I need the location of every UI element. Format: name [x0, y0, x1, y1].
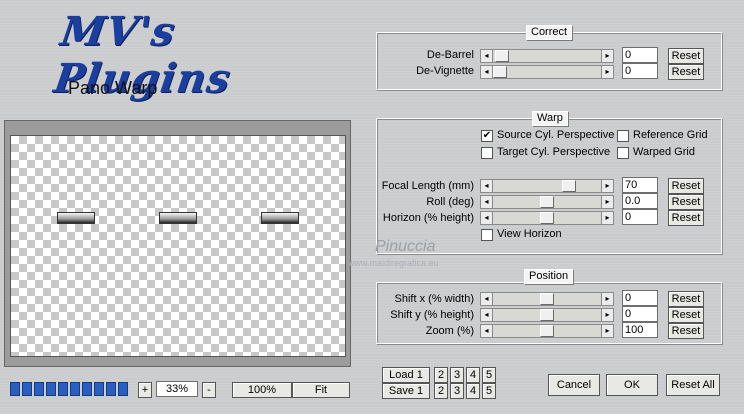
slider-thumb[interactable]	[495, 50, 509, 62]
arrow-right-icon[interactable]: ▸	[601, 309, 613, 321]
focal-length-label: Focal Length (mm)	[381, 180, 474, 192]
roll-slider[interactable]: ◂ ▸	[480, 195, 614, 209]
preview-image-center	[159, 212, 197, 224]
arrow-left-icon[interactable]: ◂	[481, 50, 493, 62]
arrow-right-icon[interactable]: ▸	[601, 50, 613, 62]
slider-thumb[interactable]	[540, 293, 554, 305]
correct-group-title: Correct	[526, 25, 573, 40]
shift-y-label: Shift y (% height)	[390, 309, 474, 321]
de-barrel-slider[interactable]: ◂ ▸	[480, 49, 614, 63]
shift-y-reset-button[interactable]: Reset	[668, 307, 704, 323]
arrow-right-icon[interactable]: ▸	[601, 325, 613, 337]
arrow-left-icon[interactable]: ◂	[481, 180, 493, 192]
de-vignette-field[interactable]: 0	[622, 63, 658, 79]
zoom-100-button[interactable]: 100%	[232, 382, 292, 398]
arrow-right-icon[interactable]: ▸	[601, 66, 613, 78]
warped-grid-label: Warped Grid	[633, 146, 695, 158]
shift-x-field[interactable]: 0	[622, 290, 658, 306]
watermark-site: www.maidiregrafica.eu	[348, 258, 439, 268]
save-slot-2-button[interactable]: 2	[434, 383, 448, 399]
app-logo: MV's Plugins	[51, 8, 234, 102]
load-slot-2-button[interactable]: 2	[434, 367, 448, 383]
filter-title: Pano Warp	[68, 78, 158, 98]
shift-x-slider[interactable]: ◂ ▸	[480, 292, 614, 306]
horizon-label: Horizon (% height)	[382, 212, 474, 224]
de-vignette-label: De-Vignette	[416, 65, 474, 77]
save-preset-button[interactable]: Save 1	[382, 383, 430, 399]
shift-x-reset-button[interactable]: Reset	[668, 291, 704, 307]
shift-y-slider[interactable]: ◂ ▸	[480, 308, 614, 322]
de-vignette-reset-button[interactable]: Reset	[668, 64, 704, 80]
zoom-label: Zoom (%)	[425, 325, 474, 337]
view-horizon-label: View Horizon	[497, 228, 562, 240]
zoom-field[interactable]: 100	[622, 322, 658, 338]
arrow-left-icon[interactable]: ◂	[481, 196, 493, 208]
load-slot-5-button[interactable]: 5	[482, 367, 496, 383]
arrow-left-icon[interactable]: ◂	[481, 293, 493, 305]
arrow-right-icon[interactable]: ▸	[601, 212, 613, 224]
preview-image-right	[261, 212, 299, 224]
warp-group-title: Warp	[532, 111, 568, 126]
save-slot-5-button[interactable]: 5	[482, 383, 496, 399]
save-slot-3-button[interactable]: 3	[450, 383, 464, 399]
horizon-field[interactable]: 0	[622, 209, 658, 225]
shift-y-field[interactable]: 0	[622, 306, 658, 322]
arrow-right-icon[interactable]: ▸	[601, 180, 613, 192]
shift-x-label: Shift x (% width)	[394, 293, 474, 305]
save-slot-4-button[interactable]: 4	[466, 383, 480, 399]
horizon-slider[interactable]: ◂ ▸	[480, 211, 614, 225]
load-slot-3-button[interactable]: 3	[450, 367, 464, 383]
position-group-title: Position	[524, 269, 574, 284]
reset-all-button[interactable]: Reset All	[666, 374, 720, 396]
load-slot-4-button[interactable]: 4	[466, 367, 480, 383]
target-cyl-perspective-checkbox[interactable]	[481, 147, 493, 159]
slider-thumb[interactable]	[540, 196, 554, 208]
slider-thumb[interactable]	[540, 212, 554, 224]
zoom-out-button[interactable]: -	[202, 382, 216, 398]
de-vignette-slider[interactable]: ◂ ▸	[480, 65, 614, 79]
slider-thumb[interactable]	[540, 325, 554, 337]
load-preset-button[interactable]: Load 1	[382, 367, 430, 383]
fit-button[interactable]: Fit	[292, 382, 350, 398]
slider-thumb[interactable]	[540, 309, 554, 321]
warped-grid-checkbox[interactable]	[617, 147, 629, 159]
de-barrel-reset-button[interactable]: Reset	[668, 48, 704, 64]
watermark-name: Pinuccia	[375, 238, 436, 255]
view-horizon-checkbox[interactable]	[481, 229, 493, 241]
roll-field[interactable]: 0.0	[622, 193, 658, 209]
progress-bar	[10, 382, 128, 396]
cancel-button[interactable]: Cancel	[548, 374, 600, 396]
zoom-in-button[interactable]: +	[138, 382, 152, 398]
roll-reset-button[interactable]: Reset	[668, 194, 704, 210]
slider-thumb[interactable]	[493, 66, 507, 78]
focal-length-reset-button[interactable]: Reset	[668, 178, 704, 194]
arrow-left-icon[interactable]: ◂	[481, 66, 493, 78]
reference-grid-checkbox[interactable]	[617, 130, 629, 142]
zoom-reset-button[interactable]: Reset	[668, 323, 704, 339]
roll-label: Roll (deg)	[426, 196, 474, 208]
zoom-slider[interactable]: ◂ ▸	[480, 324, 614, 338]
slider-thumb[interactable]	[562, 180, 576, 192]
de-barrel-label: De-Barrel	[426, 49, 474, 61]
ok-button[interactable]: OK	[606, 374, 658, 396]
arrow-left-icon[interactable]: ◂	[481, 309, 493, 321]
arrow-left-icon[interactable]: ◂	[481, 212, 493, 224]
focal-length-field[interactable]: 70	[622, 177, 658, 193]
preview-canvas[interactable]	[10, 135, 346, 357]
horizon-reset-button[interactable]: Reset	[668, 210, 704, 226]
source-cyl-perspective-label: Source Cyl. Perspective	[497, 129, 615, 141]
arrow-right-icon[interactable]: ▸	[601, 293, 613, 305]
reference-grid-label: Reference Grid	[633, 129, 708, 141]
preview-image-left	[57, 212, 95, 224]
arrow-left-icon[interactable]: ◂	[481, 325, 493, 337]
de-barrel-field[interactable]: 0	[622, 47, 658, 63]
zoom-level-field[interactable]: 33%	[156, 381, 198, 397]
target-cyl-perspective-label: Target Cyl. Perspective	[497, 146, 611, 158]
focal-length-slider[interactable]: ◂ ▸	[480, 179, 614, 193]
source-cyl-perspective-checkbox[interactable]: ✔	[481, 130, 493, 142]
arrow-right-icon[interactable]: ▸	[601, 196, 613, 208]
